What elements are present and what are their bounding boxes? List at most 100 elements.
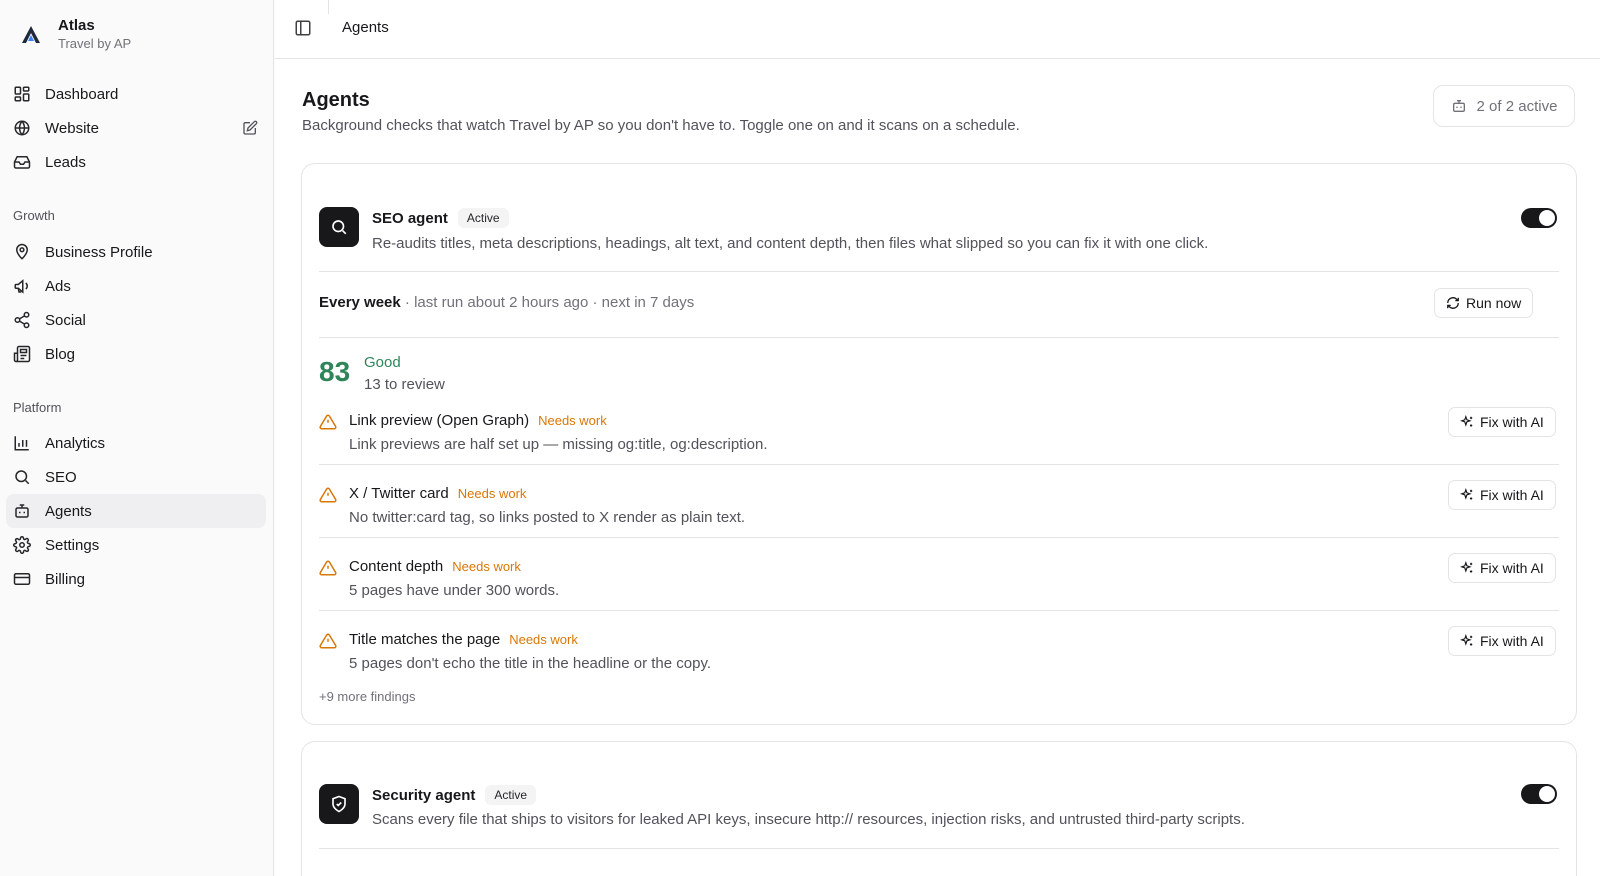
search-icon: [332, 220, 347, 235]
credit-card-icon: [13, 573, 31, 585]
sidebar-item-label: Agents: [45, 502, 92, 520]
sidebar-item-dashboard[interactable]: Dashboard: [6, 77, 266, 111]
warning-icon: [319, 487, 337, 503]
fix-with-ai-label: Fix with AI: [1480, 487, 1544, 503]
active-agents-badge: 2 of 2 active: [1433, 85, 1575, 127]
brand-name: Atlas: [58, 17, 95, 34]
finding-tag: Needs work: [538, 413, 607, 428]
agent-description: Re-audits titles, meta descriptions, hea…: [372, 235, 1209, 252]
seo-agent-toggle[interactable]: [1521, 208, 1557, 228]
primary-nav: Dashboard Website Leads: [6, 77, 266, 179]
schedule-detail: · last run about 2 hours ago · next in 7…: [400, 294, 695, 311]
finding-description: 5 pages have under 300 words.: [349, 582, 560, 599]
fix-with-ai-button[interactable]: Fix with AI: [1448, 407, 1556, 437]
sidebar-item-label: Social: [45, 311, 86, 329]
refresh-icon: [1447, 297, 1459, 309]
main-content: Agents Background checks that watch Trav…: [275, 59, 1600, 876]
active-count: 2 of 2 active: [1476, 97, 1558, 115]
atlas-logo-icon: [22, 26, 40, 43]
nav-section-platform: Platform: [13, 400, 62, 415]
sparkles-icon: [1460, 415, 1473, 427]
sidebar-item-ads[interactable]: Ads: [6, 269, 266, 303]
sidebar-item-business-profile[interactable]: Business Profile: [6, 235, 266, 269]
warning-icon: [319, 560, 337, 576]
schedule-frequency: Every week: [319, 294, 401, 311]
fix-with-ai-label: Fix with AI: [1480, 414, 1544, 430]
sidebar-item-social[interactable]: Social: [6, 303, 266, 337]
finding-item: Title matches the page Needs work 5 pages…: [319, 626, 1559, 698]
top-bar: Agents: [275, 0, 1600, 59]
agent-name: SEO agent Active: [372, 208, 509, 228]
sidebar-item-label: Billing: [45, 570, 86, 588]
finding-item: Content depth Needs work 5 pages have und…: [319, 553, 1559, 625]
sparkles-icon: [1460, 634, 1473, 646]
sidebar-item-label: Settings: [45, 536, 100, 554]
sidebar-item-seo[interactable]: SEO: [6, 460, 266, 494]
map-pin-icon: [15, 243, 29, 260]
sidebar-item-label: SEO: [45, 468, 77, 486]
divider: [319, 271, 1559, 272]
sidebar-item-billing[interactable]: Billing: [6, 562, 266, 596]
more-findings-link[interactable]: +9 more findings: [319, 689, 415, 704]
divider: [319, 537, 1559, 538]
finding-tag: Needs work: [457, 486, 527, 501]
divider: [319, 610, 1559, 611]
agent-name-text: SEO agent: [372, 209, 448, 227]
sidebar-item-blog[interactable]: Blog: [6, 337, 266, 371]
agent-description: Scans every file that ships to visitors …: [372, 811, 1245, 828]
gear-icon: [13, 536, 31, 554]
sidebar-item-leads[interactable]: Leads: [6, 145, 266, 179]
sidebar-toggle-icon[interactable]: [294, 19, 312, 37]
sparkles-icon: [1460, 488, 1473, 500]
fix-with-ai-button[interactable]: Fix with AI: [1448, 553, 1556, 583]
security-agent-card: Security agent Active Scans every file t…: [301, 741, 1577, 876]
schedule-info: Every week · last run about 2 hours ago …: [319, 294, 694, 311]
globe-icon: [14, 120, 30, 136]
finding-item: X / Twitter card Needs work No twitter:ca…: [319, 480, 1559, 552]
score-rating: Good: [364, 354, 401, 371]
bot-icon: [1452, 100, 1465, 112]
sidebar-item-label: Dashboard: [45, 85, 119, 103]
search-icon: [15, 470, 30, 485]
sidebar-item-agents[interactable]: Agents: [6, 494, 266, 528]
seo-score: 83: [319, 356, 351, 387]
finding-title: X / Twitter card: [349, 485, 449, 502]
sparkles-icon: [1460, 561, 1473, 573]
shield-icon: [332, 795, 346, 813]
bot-icon: [15, 504, 29, 518]
brand[interactable]: Atlas Travel by AP: [20, 16, 131, 52]
security-agent-toggle[interactable]: [1521, 784, 1557, 804]
sidebar-item-settings[interactable]: Settings: [6, 528, 266, 562]
finding-title: Link preview (Open Graph): [349, 412, 530, 429]
inbox-icon: [13, 156, 31, 169]
fix-with-ai-button[interactable]: Fix with AI: [1448, 626, 1556, 656]
finding-description: No twitter:card tag, so links posted to …: [349, 509, 746, 526]
fix-with-ai-label: Fix with AI: [1480, 560, 1544, 576]
agent-name: Security agent Active: [372, 785, 537, 805]
sidebar-item-label: Leads: [45, 153, 86, 171]
share-icon: [14, 311, 30, 329]
divider: [319, 337, 1559, 338]
divider: [319, 464, 1559, 465]
breadcrumb: Agents: [342, 19, 389, 36]
sidebar-item-label: Website: [45, 119, 99, 137]
seo-agent-card: SEO agent Active Re-audits titles, meta …: [301, 163, 1577, 725]
bar-chart-icon: [14, 436, 29, 451]
newspaper-icon: [13, 345, 31, 363]
sidebar-item-website[interactable]: Website: [6, 111, 266, 145]
brand-subtitle: Travel by AP: [58, 36, 132, 51]
edit-icon[interactable]: [242, 120, 258, 136]
topbar-divider: [328, 0, 329, 14]
finding-description: 5 pages don't echo the title in the head…: [349, 655, 712, 672]
sidebar-item-label: Business Profile: [45, 243, 153, 261]
fix-with-ai-button[interactable]: Fix with AI: [1448, 480, 1556, 510]
security-agent-avatar: [319, 784, 359, 824]
sidebar-item-label: Ads: [45, 277, 71, 295]
warning-icon: [319, 414, 337, 430]
run-now-button[interactable]: Run now: [1434, 288, 1534, 318]
agent-name-text: Security agent: [372, 786, 476, 804]
nav-section-growth: Growth: [13, 208, 55, 223]
sidebar-item-analytics[interactable]: Analytics: [6, 426, 266, 460]
status-badge: Active: [485, 785, 537, 805]
page-title: Agents: [302, 89, 370, 111]
